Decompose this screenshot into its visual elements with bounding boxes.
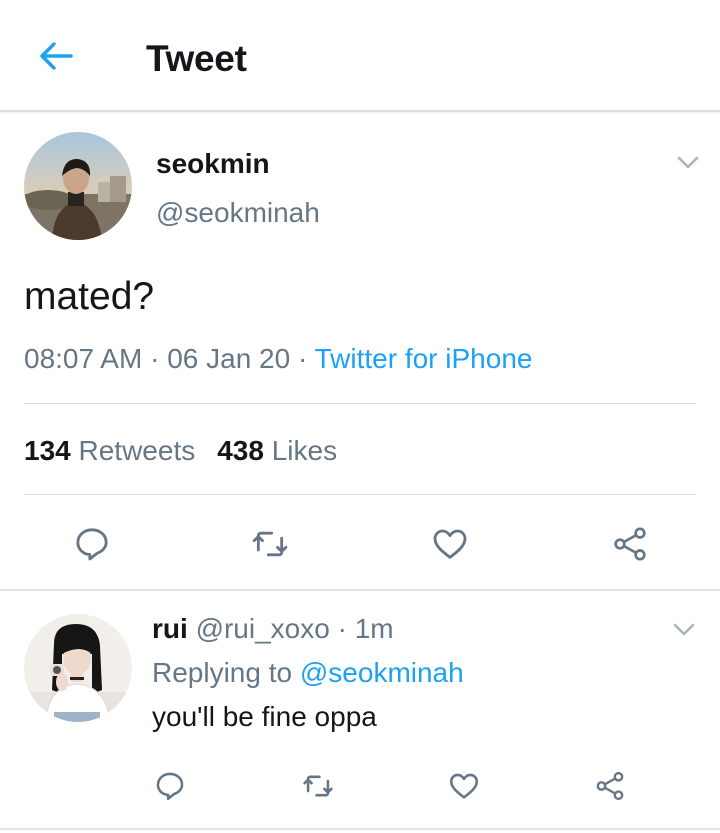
arrow-left-icon xyxy=(40,42,73,70)
divider xyxy=(0,589,720,591)
reply-share-button[interactable] xyxy=(590,764,630,808)
page-title: Tweet xyxy=(146,38,247,79)
retweets-label: Retweets xyxy=(78,435,196,466)
tweet-stats: 134 Retweets 438 Likes xyxy=(24,435,337,467)
reply-text: you'll be fine oppa xyxy=(152,701,377,732)
separator: · xyxy=(329,613,355,644)
avatar[interactable] xyxy=(24,132,132,240)
handle[interactable]: @seokminah xyxy=(156,197,320,229)
tweet-time: 08:07 AM xyxy=(24,343,143,374)
more-options-button[interactable] xyxy=(676,153,700,173)
top-bar: Tweet xyxy=(0,0,720,112)
reply-display-name[interactable]: rui xyxy=(152,613,188,644)
replying-to: Replying to @seokminah xyxy=(152,657,464,689)
separator: · xyxy=(142,343,168,374)
share-icon xyxy=(596,771,624,801)
share-icon xyxy=(614,527,646,561)
replying-to-label: Replying to xyxy=(152,657,293,688)
retweet-icon xyxy=(303,775,333,797)
like-count: 438 xyxy=(217,435,264,466)
tweet-meta: 08:07 AM · 06 Jan 20 · Twitter for iPhon… xyxy=(24,343,532,375)
back-button[interactable] xyxy=(34,36,78,76)
mention-link[interactable]: @seokminah xyxy=(300,657,464,688)
reply-handle[interactable]: @rui_xoxo xyxy=(196,613,330,644)
likes-label: Likes xyxy=(271,435,338,466)
likes-stat[interactable]: 438 Likes xyxy=(217,435,337,466)
reply-header: rui @rui_xoxo · 1m xyxy=(152,613,394,645)
tweet-text: mated? xyxy=(24,275,155,318)
chevron-down-icon xyxy=(673,623,695,636)
reply-button[interactable] xyxy=(68,520,116,568)
like-button[interactable] xyxy=(426,520,474,568)
display-name[interactable]: seokmin xyxy=(156,148,270,180)
divider xyxy=(24,403,696,404)
reply-more-options-button[interactable] xyxy=(672,620,696,640)
divider xyxy=(24,494,696,495)
divider xyxy=(0,828,720,830)
tweet-source-link[interactable]: Twitter for iPhone xyxy=(315,343,533,374)
reply-time: 1m xyxy=(354,613,394,644)
retweet-button[interactable] xyxy=(246,520,294,568)
reply-icon xyxy=(76,528,108,561)
reply-avatar[interactable] xyxy=(24,614,132,722)
reply-retweet-button[interactable] xyxy=(298,764,338,808)
separator: · xyxy=(290,343,315,374)
tweet-date: 06 Jan 20 xyxy=(167,343,291,374)
share-button[interactable] xyxy=(606,520,654,568)
reply-icon xyxy=(156,772,184,801)
reply-reply-button[interactable] xyxy=(150,764,190,808)
heart-icon xyxy=(433,529,467,559)
retweet-icon xyxy=(252,531,288,557)
heart-icon xyxy=(449,773,479,799)
retweet-count: 134 xyxy=(24,435,71,466)
reply-like-button[interactable] xyxy=(444,764,484,808)
retweets-stat[interactable]: 134 Retweets xyxy=(24,435,195,466)
chevron-down-icon xyxy=(677,156,699,169)
